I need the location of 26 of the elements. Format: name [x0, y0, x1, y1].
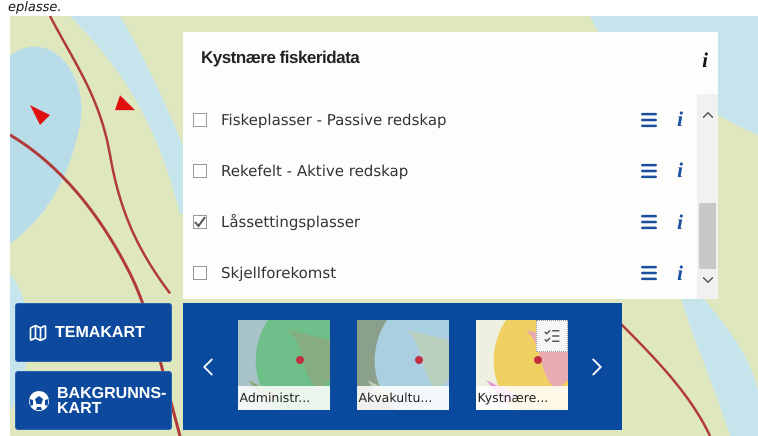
checkbox[interactable] [193, 164, 207, 178]
info-button[interactable]: i [677, 107, 683, 132]
marker-icon [30, 105, 50, 125]
map-icon [28, 322, 48, 342]
info-button[interactable]: i [677, 210, 683, 235]
background-map-button[interactable]: BAKGRUNNS-KART [15, 371, 172, 430]
info-button[interactable]: i [702, 48, 708, 73]
map-thumbnail[interactable]: Administr... [238, 320, 330, 410]
map-thumbnail[interactable]: Akvakultu... [356, 320, 448, 410]
ball-icon [28, 390, 50, 412]
checkbox[interactable] [193, 266, 207, 280]
info-button[interactable]: i [677, 260, 683, 286]
layer-label: Skjellforekomst [221, 264, 338, 282]
caption-text: eplasse. [7, 0, 63, 16]
scrollbar[interactable] [697, 94, 718, 299]
map-thumbnail[interactable]: Kystnære... [476, 320, 568, 410]
checkbox[interactable] [193, 112, 207, 127]
theme-map-button[interactable]: TEMAKART [15, 303, 172, 362]
marker-icon [115, 95, 135, 110]
checkbox[interactable] [193, 215, 207, 230]
layer-label: Rekefelt - Aktive redskap [221, 162, 410, 180]
panel-title: Kystnære fiskeridata [201, 48, 360, 68]
layer-label: Fiskeplasser - Passive redskap [221, 110, 448, 129]
layer-label: Låssettingsplasser [221, 213, 362, 232]
info-button[interactable]: i [677, 158, 683, 184]
legend-icon[interactable] [536, 320, 568, 352]
